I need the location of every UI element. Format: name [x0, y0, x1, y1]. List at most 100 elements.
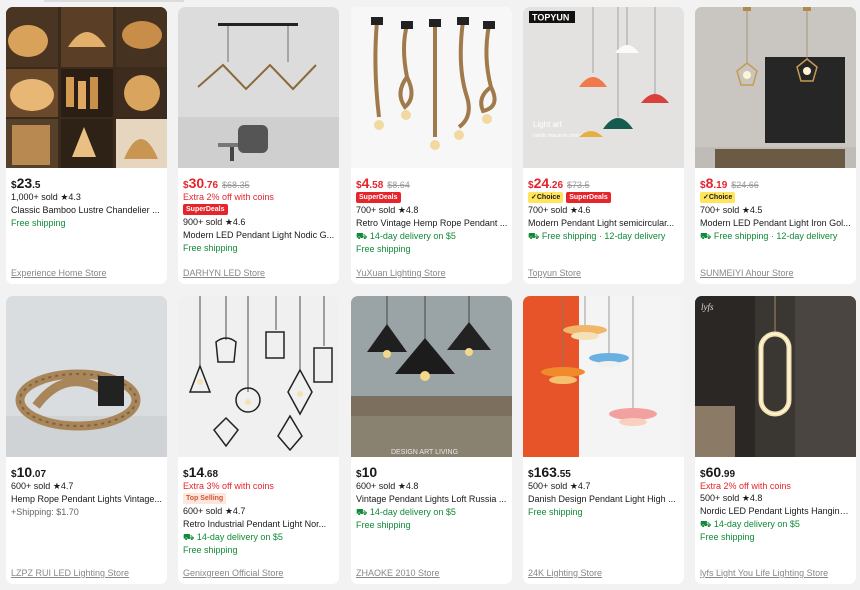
- truck-icon: ⛟: [700, 231, 714, 241]
- badges: SuperDeals: [183, 203, 335, 216]
- product-title[interactable]: Retro Vintage Hemp Rope Pendant ...: [356, 217, 508, 230]
- price-integer: 10: [361, 464, 378, 480]
- choice-badge-label: Choice: [536, 194, 561, 201]
- image-caption: DESIGN ART LIVING: [391, 449, 458, 456]
- price-decimal: .5: [32, 180, 41, 191]
- sold-count: 700+ sold: [528, 205, 568, 215]
- sold-rating: 500+ sold ★4.8: [700, 492, 852, 505]
- superdeals-badge: SuperDeals: [566, 192, 611, 203]
- star-icon: ★: [741, 493, 750, 503]
- sold-rating: 500+ sold ★4.7: [528, 480, 680, 493]
- badges: SuperDeals: [356, 191, 508, 204]
- store-link[interactable]: Topyun Store: [528, 268, 581, 278]
- sold-rating: 700+ sold ★4.6: [528, 204, 680, 217]
- store-link[interactable]: SUNMEIYI Ahour Store: [700, 268, 794, 278]
- delivery-text: 14-day delivery on $5: [713, 519, 800, 529]
- product-title[interactable]: Vintage Pendant Lights Loft Russia ...: [356, 493, 508, 506]
- product-card[interactable]: $30.76 $68.35 Extra 2% off with coins Sup…: [178, 7, 339, 284]
- product-title[interactable]: Classic Bamboo Lustre Chandelier ...: [11, 204, 163, 217]
- store-link[interactable]: ZHAOKE 2010 Store: [356, 568, 440, 578]
- product-image[interactable]: [695, 7, 856, 168]
- price-integer: 30: [188, 175, 205, 191]
- original-price: $8.64: [387, 180, 410, 190]
- store-link[interactable]: 24K Lighting Store: [528, 568, 602, 578]
- coins-discount: Extra 2% off with coins: [183, 192, 274, 202]
- price: $14.68: [183, 464, 335, 480]
- store-link[interactable]: LZPZ RUI LED Lighting Store: [11, 568, 129, 578]
- store-link[interactable]: DARHYN LED Store: [183, 268, 265, 278]
- price: $8.19 $24.66: [700, 175, 852, 191]
- product-card[interactable]: $14.68 Extra 3% off with coins Top Selli…: [178, 296, 339, 584]
- product-card[interactable]: $163.55 500+ sold ★4.7 Danish Design Pen…: [523, 296, 684, 584]
- star-icon: ★: [741, 205, 750, 215]
- price-integer: 163: [533, 464, 557, 480]
- product-image[interactable]: [178, 7, 339, 168]
- product-image[interactable]: [178, 296, 339, 457]
- product-image[interactable]: lyfs: [695, 296, 856, 457]
- price: $10.07: [11, 464, 163, 480]
- store-link[interactable]: YuXuan Lighting Store: [356, 268, 446, 278]
- store-link[interactable]: lyfs Light You Life Lighting Store: [700, 568, 828, 578]
- image-caption: Light art: [533, 120, 563, 129]
- truck-icon: ⛟: [528, 231, 542, 241]
- product-image[interactable]: [351, 7, 512, 168]
- delivery-text: 14-day delivery on $5: [196, 532, 283, 542]
- rating: 4.3: [68, 192, 81, 202]
- choice-badge-label: Choice: [708, 194, 733, 201]
- truck-icon: ⛟: [356, 507, 370, 517]
- product-title[interactable]: Modern LED Pendant Light Nodic G...: [183, 229, 335, 242]
- rating: 4.8: [749, 493, 763, 503]
- product-card[interactable]: DESIGN ART LIVING $10 600+ sold ★4.8 Vin…: [351, 296, 512, 584]
- rating: 4.6: [232, 217, 246, 227]
- product-card[interactable]: TOPYUN Light art nordic macaron chandeli…: [523, 7, 684, 284]
- price-decimal: .26: [549, 180, 564, 191]
- sold-rating: 600+ sold ★4.7: [183, 505, 335, 518]
- product-title[interactable]: Hemp Rope Pendant Lights Vintage...: [11, 493, 163, 506]
- choice-badge: ✓Choice: [700, 192, 736, 203]
- shipping-info: Free shipping: [183, 243, 238, 253]
- price-integer: 10: [16, 464, 33, 480]
- badges: Top Selling: [183, 492, 335, 505]
- rating: 4.8: [405, 205, 419, 215]
- product-title[interactable]: Nordic LED Pendant Lights Hanging...: [700, 505, 852, 518]
- product-card[interactable]: $23.5 1,000+ sold ★4.3 Classic Bamboo Lu…: [6, 7, 167, 284]
- sold-rating: 1,000+ sold ★4.3: [11, 191, 163, 204]
- shipping-text: Free shipping · 12-day delivery: [713, 231, 838, 241]
- coins-discount: Extra 3% off with coins: [183, 481, 274, 491]
- product-title[interactable]: Modern LED Pendant Light Iron Gol...: [700, 217, 852, 230]
- topyun-logo: TOPYUN: [532, 13, 569, 23]
- product-title[interactable]: Modern Pendant Light semicircular...: [528, 217, 680, 230]
- product-image[interactable]: [6, 296, 167, 457]
- delivery-info: ⛟ 14-day delivery on $5: [356, 230, 508, 243]
- coins-discount: Extra 2% off with coins: [700, 481, 791, 491]
- shipping-info: Free shipping: [11, 218, 66, 228]
- product-image[interactable]: TOPYUN Light art nordic macaron chandeli…: [523, 7, 684, 168]
- rating: 4.7: [232, 506, 246, 516]
- sold-count: 600+ sold: [11, 481, 51, 491]
- price: $30.76 $68.35: [183, 175, 335, 191]
- delivery-text: 14-day delivery on $5: [369, 231, 456, 241]
- delivery-info: ⛟ 14-day delivery on $5: [356, 506, 508, 519]
- product-card[interactable]: $4.58 $8.64 SuperDeals 700+ sold ★4.8 Ret…: [351, 7, 512, 284]
- shipping-info: Free shipping: [356, 520, 411, 530]
- price-decimal: .76: [204, 180, 219, 191]
- shipping-info: Free shipping: [528, 507, 583, 517]
- price-integer: 23: [16, 175, 33, 191]
- store-link[interactable]: Experience Home Store: [11, 268, 107, 278]
- product-title[interactable]: Retro Industrial Pendant Light Nor...: [183, 518, 335, 531]
- product-image[interactable]: DESIGN ART LIVING: [351, 296, 512, 457]
- price-decimal: .99: [721, 469, 736, 480]
- product-card[interactable]: $10.07 600+ sold ★4.7 Hemp Rope Pendant …: [6, 296, 167, 584]
- rating: 4.8: [405, 481, 419, 491]
- store-link[interactable]: Genixgreen Official Store: [183, 568, 283, 578]
- product-title[interactable]: Danish Design Pendant Light High ...: [528, 493, 680, 506]
- price-decimal: .55: [556, 469, 571, 480]
- product-card[interactable]: $8.19 $24.66 ✓Choice 700+ sold ★4.5 Moder…: [695, 7, 856, 284]
- star-icon: ★: [569, 205, 578, 215]
- product-card[interactable]: lyfs $60.99 Extra 2% off with coins 500+…: [695, 296, 856, 584]
- truck-icon: ⛟: [356, 231, 370, 241]
- shipping-info: ⛟ Free shipping · 12-day delivery: [528, 230, 680, 243]
- product-image[interactable]: [6, 7, 167, 168]
- product-image[interactable]: [523, 296, 684, 457]
- price-integer: 14: [188, 464, 205, 480]
